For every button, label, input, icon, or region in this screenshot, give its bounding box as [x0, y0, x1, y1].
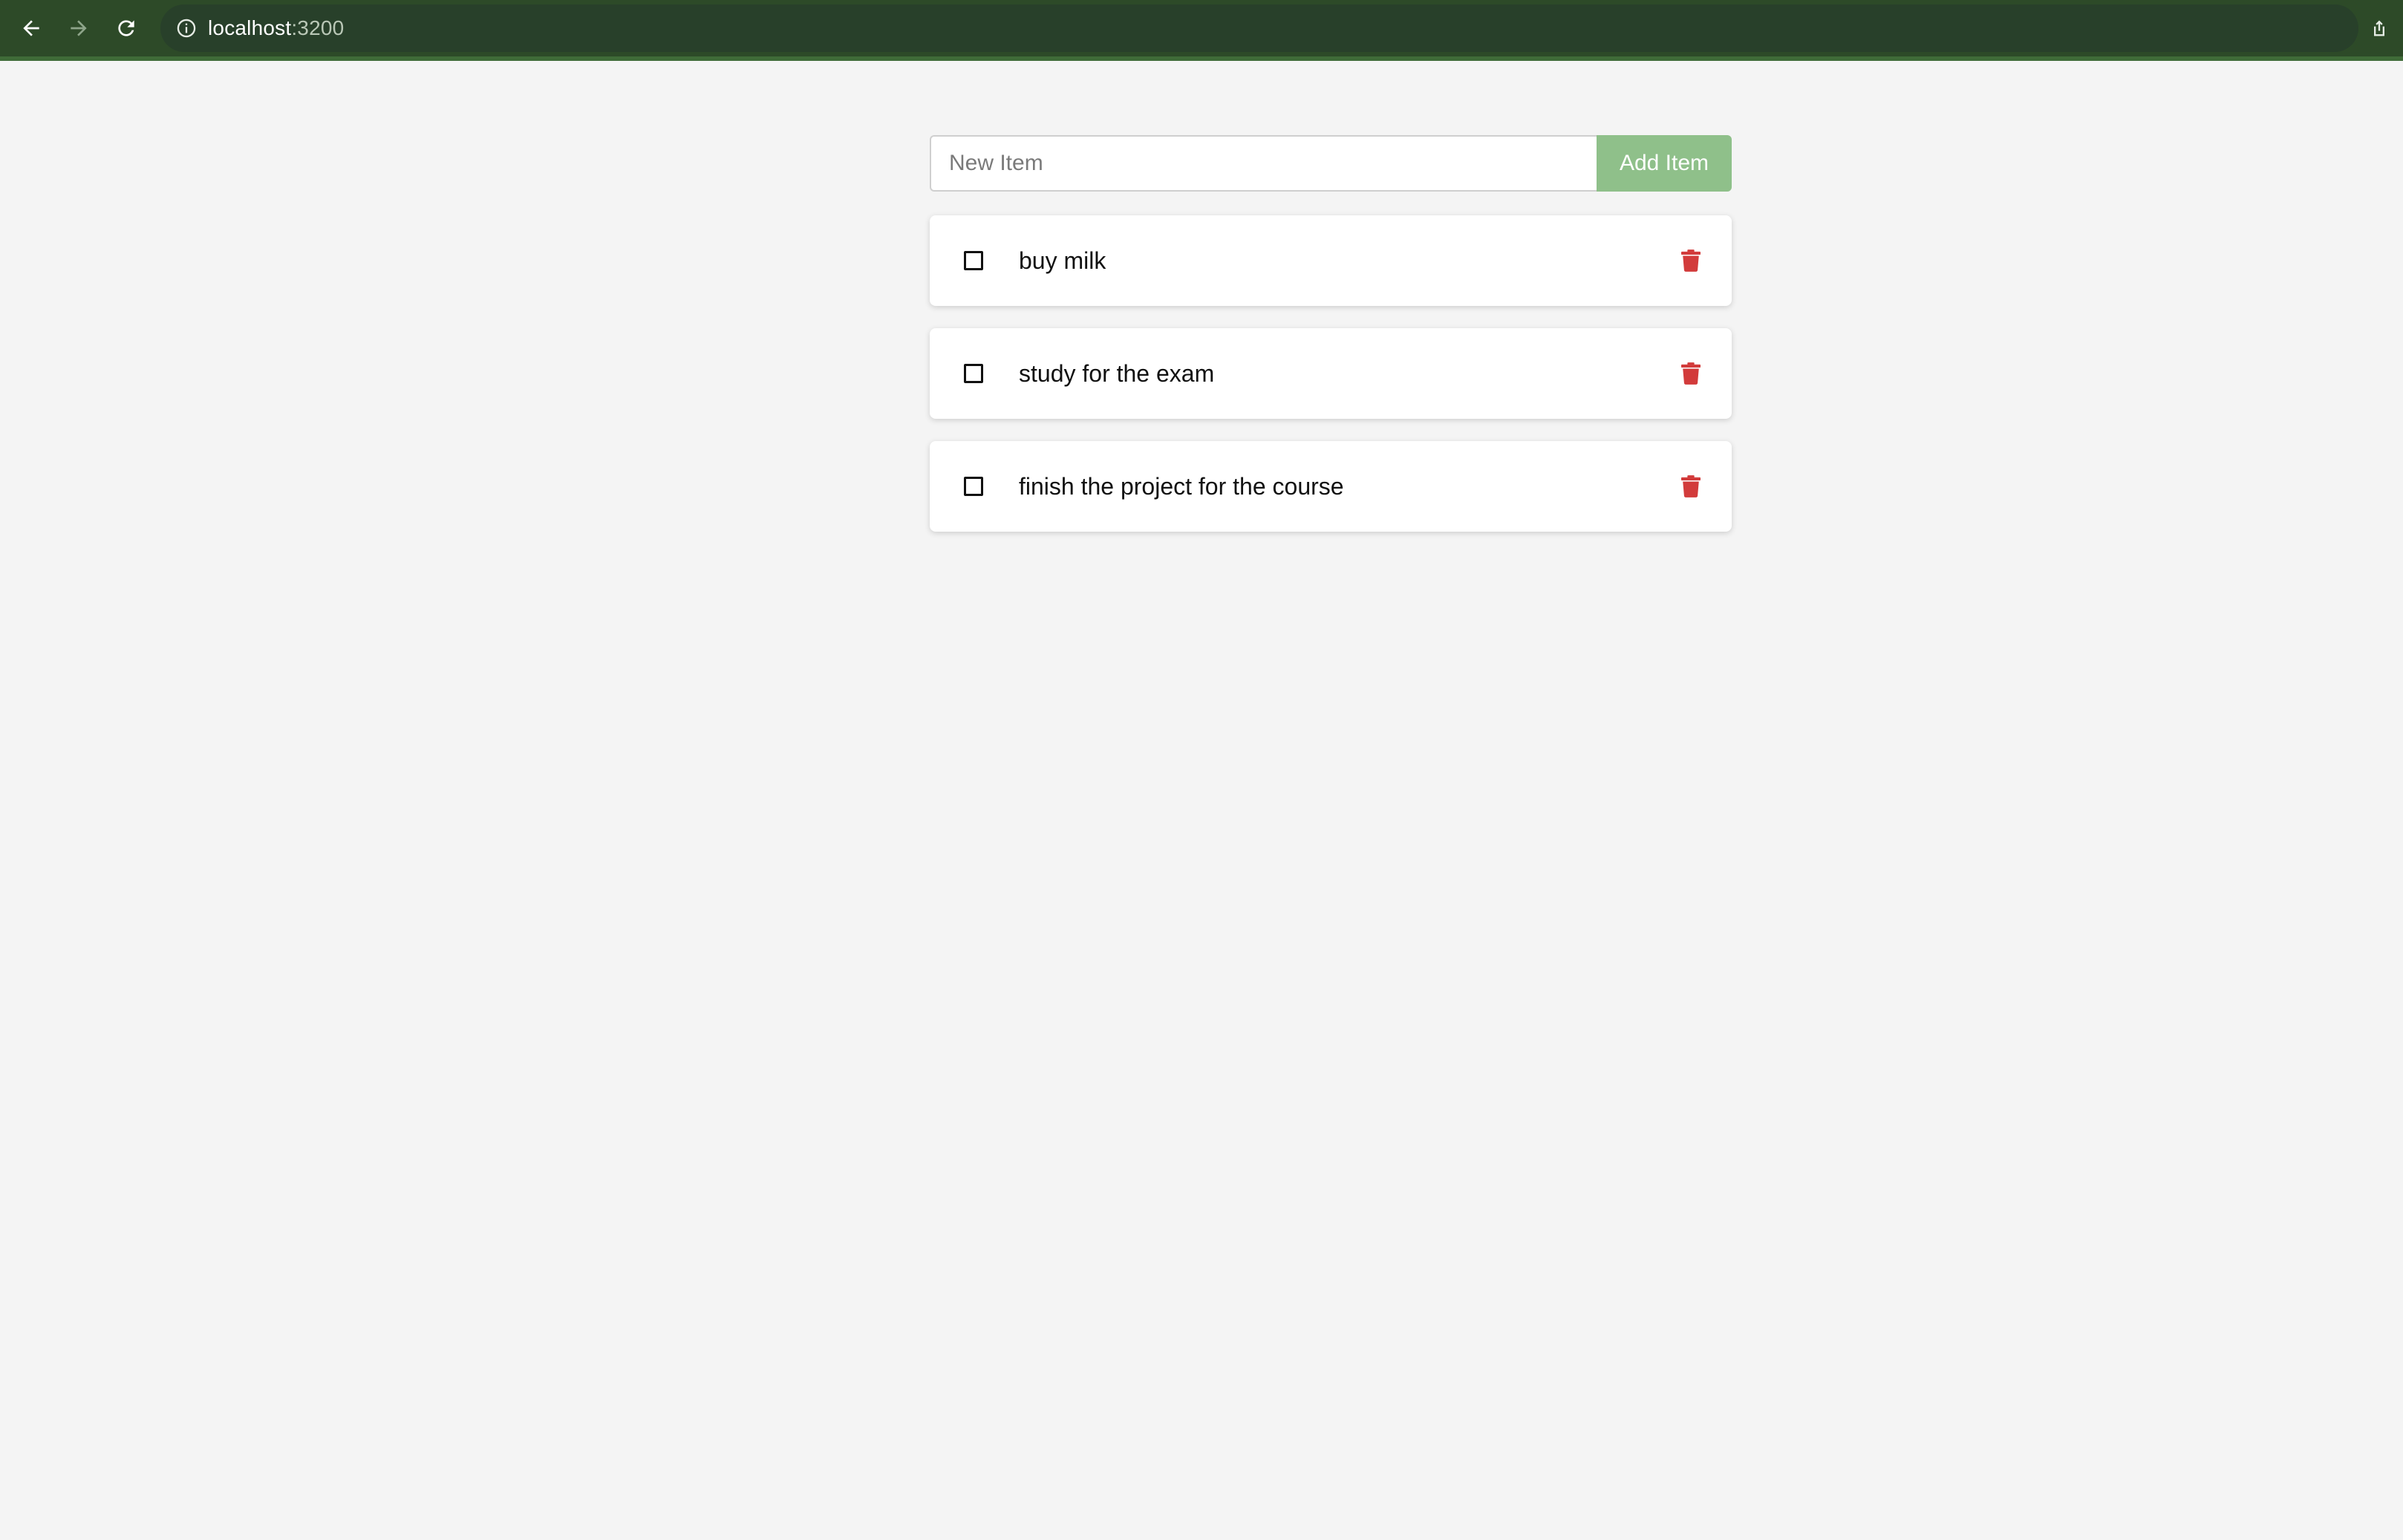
- url-host: localhost: [208, 16, 292, 39]
- add-item-form: Add Item: [930, 135, 1732, 192]
- reload-icon: [118, 20, 134, 36]
- todo-item: finish the project for the course: [930, 441, 1732, 532]
- share-icon: [2374, 20, 2384, 36]
- address-bar[interactable]: localhost:3200: [160, 4, 2358, 52]
- todo-item: study for the exam: [930, 328, 1732, 419]
- todo-list: buy milk study for the exam finish the p…: [930, 215, 1732, 532]
- reload-button[interactable]: [111, 13, 141, 43]
- arrow-right-icon: [71, 20, 87, 36]
- delete-button[interactable]: [1680, 248, 1702, 273]
- add-item-button[interactable]: Add Item: [1597, 135, 1732, 192]
- todo-checkbox[interactable]: [964, 364, 983, 383]
- url-text: localhost:3200: [208, 16, 344, 40]
- share-button[interactable]: [2366, 15, 2393, 42]
- todo-checkbox[interactable]: [964, 477, 983, 496]
- todo-text: study for the exam: [1019, 359, 1215, 387]
- trash-icon: [1681, 475, 1701, 497]
- delete-button[interactable]: [1680, 474, 1702, 499]
- todo-text: finish the project for the course: [1019, 472, 1344, 500]
- delete-button[interactable]: [1680, 361, 1702, 386]
- browser-toolbar: localhost:3200: [0, 0, 2403, 61]
- todo-text: buy milk: [1019, 247, 1106, 274]
- trash-icon: [1681, 362, 1701, 385]
- forward-button[interactable]: [64, 13, 94, 43]
- trash-icon: [1681, 249, 1701, 272]
- todo-checkbox[interactable]: [964, 251, 983, 270]
- todo-app: Add Item buy milk study for the exam: [930, 135, 1732, 532]
- new-item-input[interactable]: [930, 135, 1597, 192]
- info-icon[interactable]: [175, 17, 198, 39]
- todo-item: buy milk: [930, 215, 1732, 306]
- back-button[interactable]: [16, 13, 46, 43]
- arrow-left-icon: [23, 20, 39, 36]
- url-port: :3200: [291, 16, 345, 39]
